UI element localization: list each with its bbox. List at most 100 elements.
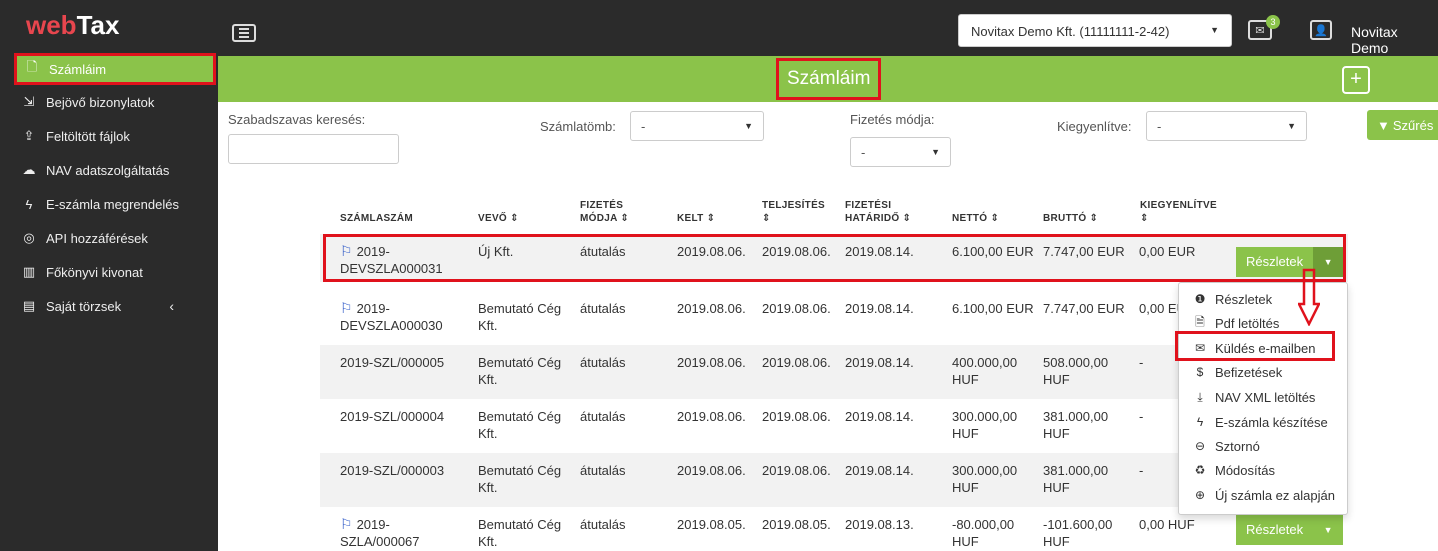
details-button[interactable]: Részletek bbox=[1236, 515, 1314, 545]
messages-badge: 3 bbox=[1266, 15, 1280, 29]
logo-web: web bbox=[26, 10, 77, 40]
filter-button-label: Szűrés bbox=[1392, 117, 1434, 133]
sidebar-item-feltoltott[interactable]: ⇪ Feltöltött fájlok bbox=[0, 119, 218, 153]
cell-fizetes: átutalás bbox=[580, 244, 626, 259]
cell-vevo: Bemutató Cég bbox=[478, 301, 562, 316]
sidebar-item-label: API hozzáférések bbox=[46, 230, 148, 246]
sidebar-item-eszamla[interactable]: ϟ E-számla megrendelés bbox=[0, 187, 218, 221]
cell-kiegyenlitve: - bbox=[1139, 355, 1144, 370]
logo-tax: Tax bbox=[76, 10, 120, 40]
plus-circle-icon: ⊕ bbox=[1194, 488, 1206, 502]
kiegyenlitve-value: - bbox=[1157, 119, 1162, 134]
user-name[interactable]: Novitax Demo bbox=[1351, 24, 1438, 56]
cell-vevo: Bemutató Cég bbox=[478, 355, 562, 370]
fingerprint-icon: ◎ bbox=[23, 230, 35, 245]
cell-teljesites: 2019.08.06. bbox=[762, 244, 831, 259]
dd-eszamla-keszitese[interactable]: ϟ E-számla készítése bbox=[1179, 410, 1347, 434]
dd-modositas[interactable]: ♻ Módosítás bbox=[1179, 458, 1347, 482]
th-kelt[interactable]: KELT ⇕ bbox=[677, 212, 715, 225]
search-input[interactable] bbox=[228, 134, 399, 164]
dd-nav-xml-letoltes[interactable]: ⤓ NAV XML letöltés bbox=[1179, 385, 1347, 409]
cell-kelt: 2019.08.06. bbox=[677, 463, 746, 478]
envelope-icon: ✉ bbox=[1255, 24, 1265, 37]
cell-brutto: 381.000,00 bbox=[1043, 463, 1109, 478]
invoice-number[interactable]: 2019-SZL/000004 bbox=[340, 409, 444, 424]
invoice-number[interactable]: 2019-SZL/000003 bbox=[340, 463, 444, 478]
inbox-icon: ⇲ bbox=[23, 94, 35, 109]
app-logo[interactable]: web Tax bbox=[0, 0, 218, 51]
th-fizetes[interactable]: FIZETÉS MÓDJA ⇕ bbox=[580, 199, 629, 225]
cell-netto: 300.000,00 bbox=[952, 409, 1018, 424]
cell-hatarido: 2019.08.14. bbox=[845, 244, 914, 259]
bolt-icon: ϟ bbox=[1196, 415, 1204, 429]
th-vevo[interactable]: VEVŐ ⇕ bbox=[478, 212, 519, 225]
info-icon: ❶ bbox=[1194, 292, 1206, 306]
dd-uj-szamla[interactable]: ⊕ Új számla ez alapján bbox=[1179, 483, 1347, 507]
cell-fizetes: átutalás bbox=[580, 355, 626, 370]
sidebar-item-szamlaim[interactable]: 🗋 Számláim bbox=[14, 53, 216, 85]
fizetes-label: Fizetés módja: bbox=[850, 112, 935, 127]
th-szamlaszam[interactable]: SZÁMLASZÁM bbox=[340, 212, 413, 225]
dollar-icon: $ bbox=[1196, 365, 1204, 379]
sidebar-item-fokonyvi[interactable]: ▥ Főkönyvi kivonat bbox=[0, 255, 218, 289]
dd-sztorno[interactable]: ⊖ Sztornó bbox=[1179, 434, 1347, 458]
cell-teljesites: 2019.08.06. bbox=[762, 301, 831, 316]
cell-hatarido: 2019.08.14. bbox=[845, 355, 914, 370]
cell-teljesites: 2019.08.05. bbox=[762, 517, 831, 532]
table-row[interactable]: ⚐ 2019- DEVSZLA000031 Új Kft. átutalás 2019.0… bbox=[320, 234, 1348, 282]
cell-teljesites: 2019.08.06. bbox=[762, 355, 831, 370]
invoice-number-cont[interactable]: DEVSZLA000030 bbox=[340, 318, 443, 333]
cell-hatarido: 2019.08.13. bbox=[845, 517, 914, 532]
page-title: Számláim bbox=[776, 58, 882, 100]
dd-kuldes-emailben[interactable]: ✉ Küldés e-mailben bbox=[1179, 336, 1347, 360]
fizetes-value: - bbox=[861, 145, 866, 160]
sidebar-item-api[interactable]: ◎ API hozzáférések bbox=[0, 221, 218, 255]
cell-netto: 300.000,00 bbox=[952, 463, 1018, 478]
invoice-number-cont[interactable]: SZLA/000067 bbox=[340, 534, 420, 549]
recycle-icon: ♻ bbox=[1194, 463, 1206, 477]
pdf-icon: 🗎 bbox=[1195, 314, 1205, 329]
bolt-icon: ϟ bbox=[25, 196, 33, 212]
sidebar-item-bejovo[interactable]: ⇲ Bejövő bizonylatok bbox=[0, 85, 218, 119]
cell-kiegyenlitve: - bbox=[1139, 463, 1144, 478]
add-invoice-button[interactable]: + bbox=[1342, 66, 1370, 94]
user-icon[interactable]: 👤 bbox=[1310, 20, 1332, 40]
invoice-number[interactable]: 2019- bbox=[357, 517, 390, 532]
th-netto[interactable]: NETTÓ ⇕ bbox=[952, 212, 999, 225]
invoice-number[interactable]: 2019- bbox=[357, 301, 390, 316]
sidebar-item-label: Főkönyvi kivonat bbox=[46, 264, 143, 280]
bar-chart-icon: ▥ bbox=[22, 264, 36, 279]
invoice-number[interactable]: 2019-SZL/000005 bbox=[340, 355, 444, 370]
topbar: Novitax Demo Kft. (11111111-2-42) ▼ ✉ 3 … bbox=[218, 0, 1438, 56]
caret-down-icon[interactable]: ▼ bbox=[1313, 515, 1344, 545]
details-button-group: Részletek ▼ bbox=[1236, 515, 1344, 545]
szamlatomb-select[interactable]: - ▼ bbox=[630, 111, 764, 141]
dd-pdf-letoltes[interactable]: 🗎 Pdf letöltés bbox=[1179, 311, 1347, 335]
invoice-number[interactable]: 2019- bbox=[357, 244, 390, 259]
menu-toggle-button[interactable] bbox=[232, 24, 256, 42]
fizetes-select[interactable]: - ▼ bbox=[850, 137, 951, 167]
sidebar-item-label: Saját törzsek bbox=[46, 298, 122, 314]
sidebar-item-nav[interactable]: ☁ NAV adatszolgáltatás bbox=[0, 153, 218, 187]
cell-brutto: 508.000,00 bbox=[1043, 355, 1109, 370]
dd-reszletek[interactable]: ❶ Részletek bbox=[1179, 287, 1347, 311]
cell-teljesites: 2019.08.06. bbox=[762, 409, 831, 424]
invoice-number-cont[interactable]: DEVSZLA000031 bbox=[340, 261, 443, 276]
cell-fizetes: átutalás bbox=[580, 463, 626, 478]
th-kiegyenlitve[interactable]: KIEGYENLÍTVE ⇕ bbox=[1140, 199, 1217, 225]
cell-netto: 400.000,00 bbox=[952, 355, 1018, 370]
filter-button[interactable]: ▼ Szűrés bbox=[1367, 110, 1438, 140]
sidebar-item-sajat[interactable]: ▤ Saját törzsek ‹ bbox=[0, 289, 218, 323]
cell-fizetes: átutalás bbox=[580, 409, 626, 424]
page-header: Számláim + bbox=[218, 56, 1438, 102]
kiegyenlitve-select[interactable]: - ▼ bbox=[1146, 111, 1307, 141]
company-select[interactable]: Novitax Demo Kft. (11111111-2-42) ▼ bbox=[958, 14, 1232, 47]
flag-icon: ⚐ bbox=[340, 300, 353, 316]
caret-down-icon: ▼ bbox=[931, 147, 940, 157]
sidebar-item-label: Feltöltött fájlok bbox=[46, 128, 130, 144]
th-hatarido[interactable]: FIZETÉSI HATÁRIDŐ ⇕ bbox=[845, 199, 911, 225]
dd-befizetesek[interactable]: $ Befizetések bbox=[1179, 360, 1347, 384]
th-brutto[interactable]: BRUTTÓ ⇕ bbox=[1043, 212, 1098, 225]
cell-kelt: 2019.08.06. bbox=[677, 244, 746, 259]
th-teljesites[interactable]: TELJESÍTÉS ⇕ bbox=[762, 199, 825, 225]
